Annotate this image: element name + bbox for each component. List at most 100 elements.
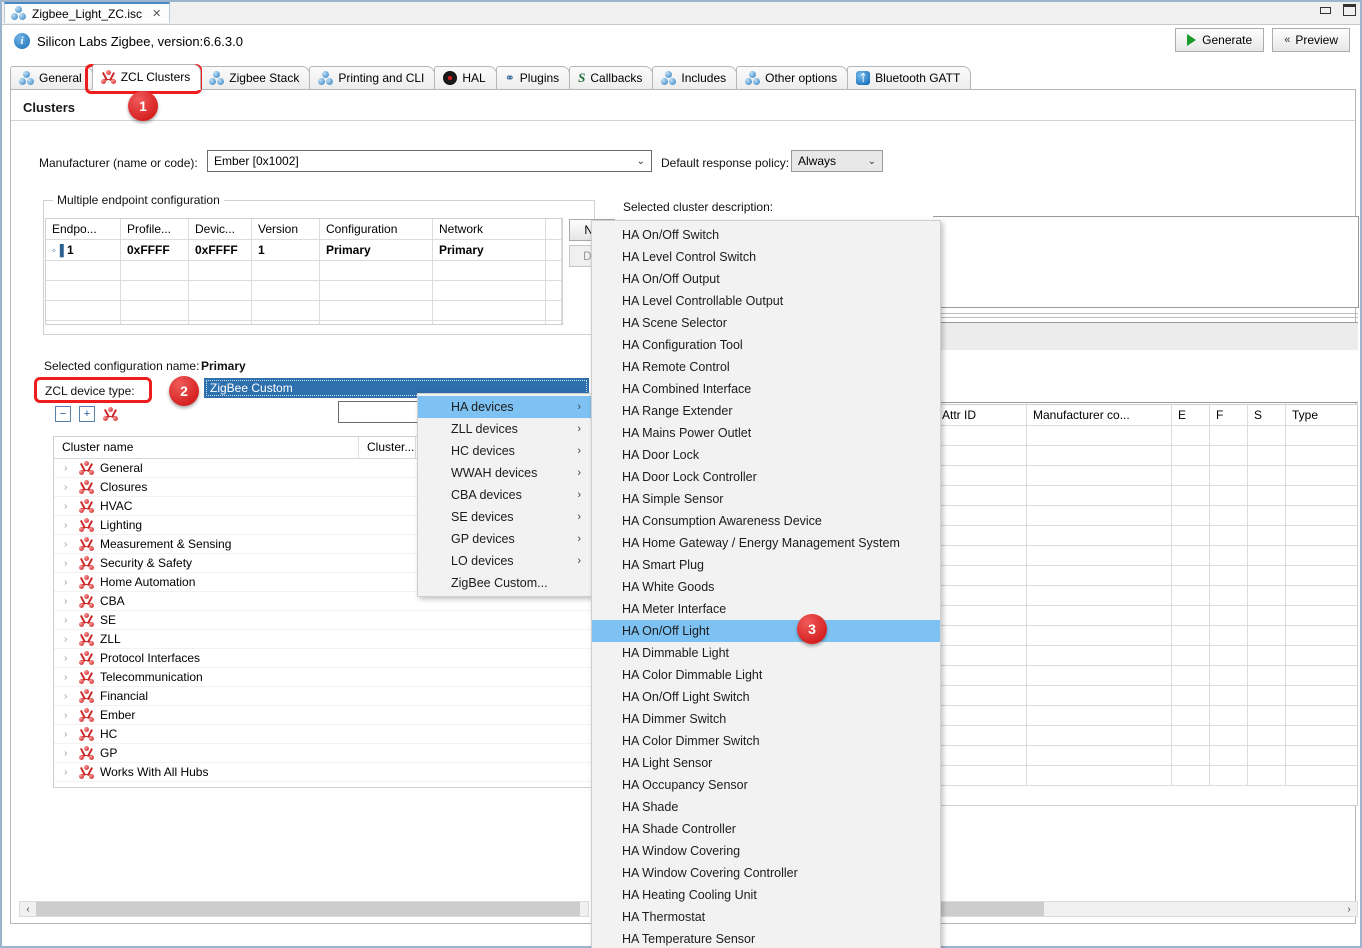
chevron-right-icon[interactable]: › [64, 748, 73, 759]
document-tab-zigbee-light-zc[interactable]: Zigbee_Light_ZC.isc ✕ [4, 2, 171, 23]
left-horizontal-scrollbar[interactable]: ‹ [19, 901, 589, 917]
table-row[interactable] [936, 645, 1357, 666]
chevron-right-icon[interactable]: › [64, 596, 73, 607]
scroll-right-icon[interactable]: › [1341, 904, 1357, 915]
table-row[interactable] [46, 300, 562, 321]
menu-item-cba-devices[interactable]: CBA devices › [418, 484, 591, 506]
default-response-policy-combo[interactable]: Always ⌄ [791, 150, 883, 172]
submenu-item-ha-on-off-light-switch[interactable]: HA On/Off Light Switch [592, 686, 940, 708]
menu-item-gp-devices[interactable]: GP devices › [418, 528, 591, 550]
submenu-item-ha-thermostat[interactable]: HA Thermostat [592, 906, 940, 928]
menu-item-hc-devices[interactable]: HC devices › [418, 440, 591, 462]
table-row[interactable] [46, 280, 562, 301]
table-row[interactable] [46, 320, 562, 324]
submenu-item-ha-on-off-light[interactable]: HA On/Off Light [592, 620, 940, 642]
table-row[interactable] [936, 505, 1357, 526]
preview-button[interactable]: « Preview [1272, 28, 1350, 52]
chevron-right-icon[interactable]: › [64, 577, 73, 588]
tab-zcl-clusters[interactable]: ZCL Clusters [91, 64, 202, 90]
scroll-thumb[interactable] [934, 902, 1044, 916]
menu-item-lo-devices[interactable]: LO devices › [418, 550, 591, 572]
submenu-item-ha-simple-sensor[interactable]: HA Simple Sensor [592, 488, 940, 510]
submenu-item-ha-remote-control[interactable]: HA Remote Control [592, 356, 940, 378]
device-type-menu[interactable]: HA devices › ZLL devices › HC devices › WWAH d… [417, 393, 592, 597]
submenu-item-ha-on-off-output[interactable]: HA On/Off Output [592, 268, 940, 290]
tab-general[interactable]: General [10, 66, 93, 90]
submenu-item-ha-heating-cooling-unit[interactable]: HA Heating Cooling Unit [592, 884, 940, 906]
table-row[interactable]: ◦▐ 1 0xFFFF 0xFFFF 1 Primary Primary [46, 239, 562, 261]
expand-all-icon[interactable]: + [79, 406, 95, 422]
table-row[interactable] [936, 665, 1357, 686]
table-row[interactable] [936, 765, 1357, 786]
table-row[interactable] [936, 565, 1357, 586]
menu-item-ha-devices[interactable]: HA devices › [418, 396, 591, 418]
submenu-item-ha-level-controllable-output[interactable]: HA Level Controllable Output [592, 290, 940, 312]
chevron-right-icon[interactable]: › [64, 767, 73, 778]
table-row[interactable] [936, 525, 1357, 546]
menu-item-zll-devices[interactable]: ZLL devices › [418, 418, 591, 440]
table-row[interactable] [936, 625, 1357, 646]
submenu-item-ha-white-goods[interactable]: HA White Goods [592, 576, 940, 598]
tab-printing-and-cli[interactable]: Printing and CLI [309, 66, 436, 90]
cluster-tree-item[interactable]: › Financial [54, 687, 596, 706]
submenu-item-ha-dimmer-switch[interactable]: HA Dimmer Switch [592, 708, 940, 730]
cluster-tree-item[interactable]: › Works With All Hubs [54, 763, 596, 782]
table-row[interactable] [936, 545, 1357, 566]
submenu-item-ha-window-covering-controller[interactable]: HA Window Covering Controller [592, 862, 940, 884]
submenu-item-ha-color-dimmer-switch[interactable]: HA Color Dimmer Switch [592, 730, 940, 752]
tab-plugins[interactable]: ⚭ Plugins [495, 66, 571, 90]
cluster-tree-item[interactable]: › Telecommunication [54, 668, 596, 687]
submenu-item-ha-door-lock-controller[interactable]: HA Door Lock Controller [592, 466, 940, 488]
tab-includes[interactable]: Includes [652, 66, 738, 90]
chevron-right-icon[interactable]: › [64, 501, 73, 512]
chevron-right-icon[interactable]: › [64, 615, 73, 626]
cluster-tree-item[interactable]: › Protocol Interfaces [54, 649, 596, 668]
submenu-item-ha-consumption-awareness-device[interactable]: HA Consumption Awareness Device [592, 510, 940, 532]
manufacturer-combo[interactable]: Ember [0x1002] ⌄ [207, 150, 652, 172]
attribute-table[interactable]: Attr IDManufacturer co...EFSTypeBDefault [935, 404, 1358, 806]
menu-item-se-devices[interactable]: SE devices › [418, 506, 591, 528]
submenu-item-ha-level-control-switch[interactable]: HA Level Control Switch [592, 246, 940, 268]
submenu-item-ha-light-sensor[interactable]: HA Light Sensor [592, 752, 940, 774]
tab-other-options[interactable]: Other options [736, 66, 849, 90]
chevron-right-icon[interactable]: › [64, 558, 73, 569]
chevron-right-icon[interactable]: › [64, 653, 73, 664]
table-row[interactable] [936, 425, 1357, 446]
generate-button[interactable]: Generate [1175, 28, 1265, 52]
right-horizontal-scrollbar[interactable]: › [933, 901, 1358, 917]
tab-bluetooth-gatt[interactable]: ᛏ Bluetooth GATT [847, 66, 972, 90]
menu-item-zigbee-custom[interactable]: ZigBee Custom... [418, 572, 591, 594]
table-row[interactable] [46, 260, 562, 281]
chevron-right-icon[interactable]: › [64, 539, 73, 550]
menu-item-wwah-devices[interactable]: WWAH devices › [418, 462, 591, 484]
chevron-right-icon[interactable]: › [64, 634, 73, 645]
table-row[interactable] [936, 445, 1357, 466]
submenu-item-ha-door-lock[interactable]: HA Door Lock [592, 444, 940, 466]
cluster-tree-item[interactable]: › SE [54, 611, 596, 630]
scroll-left-icon[interactable]: ‹ [20, 904, 36, 915]
collapse-all-icon[interactable]: − [55, 406, 71, 422]
submenu-item-ha-mains-power-outlet[interactable]: HA Mains Power Outlet [592, 422, 940, 444]
submenu-item-ha-home-gateway-energy-management-system[interactable]: HA Home Gateway / Energy Management Syst… [592, 532, 940, 554]
submenu-item-ha-color-dimmable-light[interactable]: HA Color Dimmable Light [592, 664, 940, 686]
submenu-item-ha-scene-selector[interactable]: HA Scene Selector [592, 312, 940, 334]
tab-zigbee-stack[interactable]: Zigbee Stack [200, 66, 311, 90]
cluster-tree-item[interactable]: › HC [54, 725, 596, 744]
submenu-item-ha-window-covering[interactable]: HA Window Covering [592, 840, 940, 862]
chevron-right-icon[interactable]: › [64, 710, 73, 721]
tab-hal[interactable]: HAL [434, 66, 497, 90]
submenu-item-ha-meter-interface[interactable]: HA Meter Interface [592, 598, 940, 620]
endpoint-table[interactable]: Endpo... Profile... Devic... Version Configu… [45, 218, 563, 325]
table-row[interactable] [936, 685, 1357, 706]
cluster-tree-item[interactable]: › Ember [54, 706, 596, 725]
submenu-item-ha-temperature-sensor[interactable]: HA Temperature Sensor [592, 928, 940, 948]
table-row[interactable] [936, 485, 1357, 506]
table-row[interactable] [936, 585, 1357, 606]
ha-devices-submenu[interactable]: HA On/Off Switch HA Level Control Switch H… [591, 220, 941, 948]
scroll-thumb[interactable] [36, 902, 580, 916]
table-row[interactable] [936, 745, 1357, 766]
maximize-button[interactable] [1343, 4, 1356, 16]
close-icon[interactable]: ✕ [152, 7, 161, 20]
submenu-item-ha-configuration-tool[interactable]: HA Configuration Tool [592, 334, 940, 356]
zcl-icon[interactable] [103, 406, 118, 422]
